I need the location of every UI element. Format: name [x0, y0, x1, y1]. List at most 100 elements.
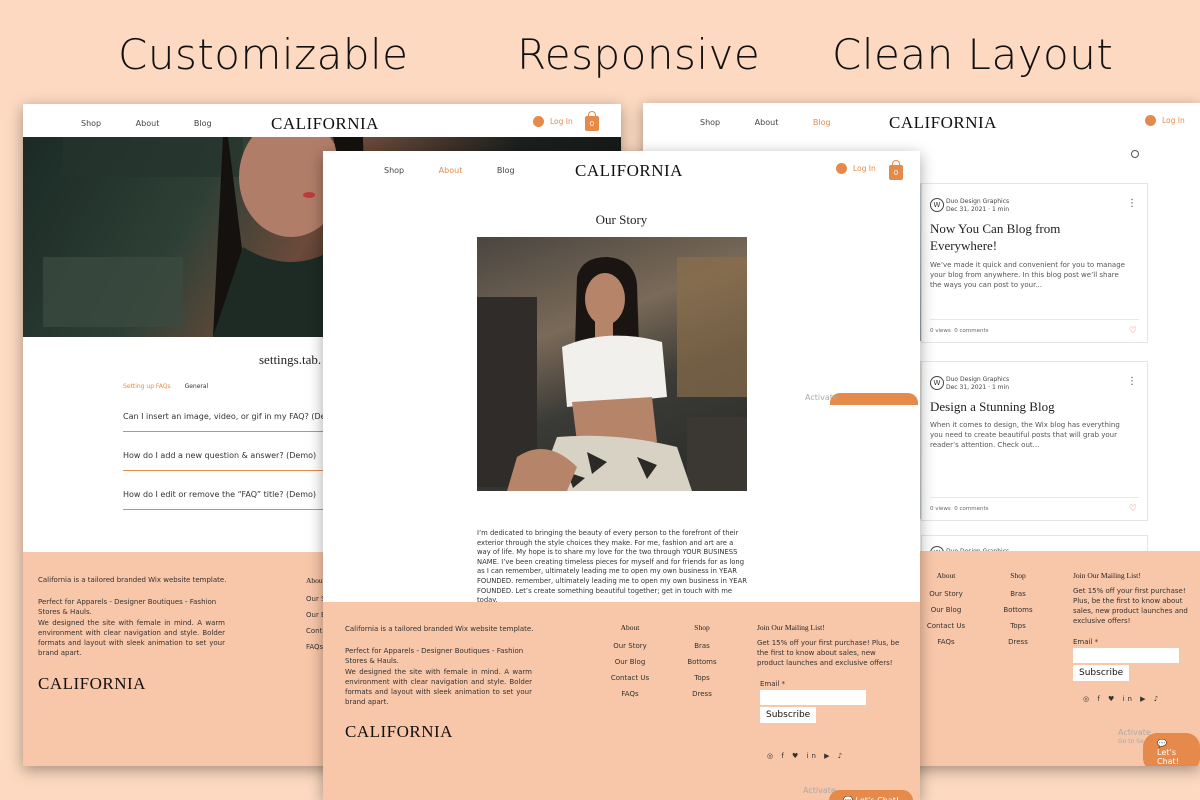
faq-tab-setting-up[interactable]: Setting up FAQs	[123, 383, 171, 390]
faq-question-2[interactable]: How do I add a new question & answer? (D…	[123, 451, 343, 471]
headline-customizable: Customizable	[118, 30, 409, 79]
footer-about-column: About Our Story Our Blog Contact Us FAQs	[926, 571, 966, 654]
faq-question-1[interactable]: Can I insert an image, video, or gif in …	[123, 412, 343, 432]
story-body: I’m dedicated to bringing the beauty of …	[477, 529, 747, 605]
blog-post-card[interactable]: W Duo Design Graphics Dec 31, 2021 · 1 mi…	[921, 361, 1148, 521]
footer-link-faqs[interactable]: FAQs	[926, 638, 966, 646]
footer-about-heading: About	[620, 623, 640, 632]
post-stats: 0 views 0 comments	[930, 328, 989, 334]
post-comments: 0 comments	[954, 328, 989, 334]
footer-link-tops[interactable]: Tops	[998, 622, 1038, 630]
chat-icon: 💬	[843, 796, 856, 800]
mailing-heading: Join Our Mailing List!	[757, 623, 825, 632]
footer-link-bottoms[interactable]: Bottoms	[682, 658, 722, 666]
faq-question-3[interactable]: How do I edit or remove the “FAQ” title?…	[123, 490, 343, 510]
blog-nav-bar: Shop About Blog CALIFORNIA Log In	[643, 103, 1200, 139]
login-label: Log In	[853, 164, 876, 173]
story-title: Our Story	[595, 212, 648, 227]
nav-about-link[interactable]: About	[439, 166, 463, 175]
activate-watermark: Activate	[1118, 728, 1151, 737]
footer-perfect-text: Perfect for Apparels - Designer Boutique…	[345, 647, 524, 665]
chat-button-partial[interactable]	[830, 393, 918, 405]
site-logo[interactable]: CALIFORNIA	[271, 114, 379, 134]
faq-tab-general[interactable]: General	[185, 383, 209, 390]
chat-label: Let’s Chat!	[1157, 748, 1179, 766]
footer-link-our-blog[interactable]: Our Blog	[610, 658, 650, 666]
user-avatar-icon	[836, 163, 847, 174]
post-author: Duo Design Graphics	[946, 376, 1010, 383]
like-heart-icon[interactable]: ♡	[1129, 504, 1137, 514]
footer-link-dress[interactable]: Dress	[998, 638, 1038, 646]
social-icons[interactable]: ◎ f ♥ in ▶ ♪	[767, 752, 845, 760]
footer-about-column: About Our Story Our Blog Contact Us FAQs	[610, 623, 650, 706]
chat-button[interactable]: 💬 Let’s Chat!	[829, 790, 914, 800]
footer-link-bottoms[interactable]: Bottoms	[998, 606, 1038, 614]
footer-about-heading: About	[936, 571, 956, 580]
footer-link-our-blog[interactable]: Our Blog	[926, 606, 966, 614]
footer-link-faqs[interactable]: FAQs	[610, 690, 650, 698]
more-options-icon[interactable]: ⋮	[1127, 376, 1137, 387]
post-author-meta: Duo Design Graphics Dec 31, 2021 · 1 min	[946, 198, 1009, 214]
chat-button[interactable]: 💬 Let’s Chat!	[1143, 733, 1200, 766]
cart-icon[interactable]: 0	[889, 160, 903, 180]
site-logo[interactable]: CALIFORNIA	[575, 161, 683, 181]
nav-shop-link[interactable]: Shop	[81, 119, 101, 128]
footer-link-contact[interactable]: Contact Us	[926, 622, 966, 630]
like-heart-icon[interactable]: ♡	[1129, 326, 1137, 336]
login-label: Log In	[550, 117, 573, 126]
footer-link-bras[interactable]: Bras	[682, 642, 722, 650]
post-author-meta: Duo Design Graphics Dec 31, 2021 · 1 min	[946, 376, 1009, 392]
login-button[interactable]: Log In	[533, 116, 573, 127]
subscribe-button[interactable]: Subscribe	[1073, 665, 1130, 681]
mailing-text: Get 15% off your first purchase! Plus, b…	[757, 639, 900, 667]
footer-logo: CALIFORNIA	[345, 722, 453, 741]
search-icon[interactable]	[1131, 150, 1139, 158]
mailing-text: Get 15% off your first purchase! Plus, b…	[1073, 587, 1188, 625]
story-footer: California is a tailored branded Wix web…	[323, 602, 920, 800]
email-field[interactable]	[1073, 648, 1179, 663]
site-logo[interactable]: CALIFORNIA	[889, 113, 997, 133]
email-label: Email *	[1073, 638, 1099, 646]
post-excerpt: When it comes to design, the Wix blog ha…	[930, 421, 1120, 449]
footer-link-our-story[interactable]: Our Story	[610, 642, 650, 650]
footer-shop-column: Shop Bras Bottoms Tops Dress	[998, 571, 1038, 654]
subscribe-button[interactable]: Subscribe	[760, 707, 817, 723]
footer-link-tops[interactable]: Tops	[682, 674, 722, 682]
author-avatar: W	[930, 198, 944, 212]
footer-shop-heading: Shop	[1010, 571, 1026, 580]
nav-about-link[interactable]: About	[755, 118, 779, 127]
more-options-icon[interactable]: ⋮	[1127, 198, 1137, 209]
cart-icon[interactable]: 0	[585, 111, 599, 131]
post-divider	[930, 319, 1139, 320]
footer-link-our-story[interactable]: Our Story	[926, 590, 966, 598]
post-title[interactable]: Design a Stunning Blog	[930, 398, 1120, 415]
login-button[interactable]: Log In	[836, 163, 876, 174]
user-avatar-icon	[1145, 115, 1156, 126]
faq-nav-bar: Shop About Blog CALIFORNIA Log In 0	[23, 104, 621, 140]
activate-watermark-partial: Activate	[805, 393, 838, 402]
story-photo-shapes	[477, 257, 747, 491]
footer-link-dress[interactable]: Dress	[682, 690, 722, 698]
cart-count: 0	[589, 120, 595, 128]
footer-link-bras[interactable]: Bras	[998, 590, 1038, 598]
nav-blog-link[interactable]: Blog	[497, 166, 515, 175]
nav-shop-link[interactable]: Shop	[384, 166, 404, 175]
nav-about-link[interactable]: About	[136, 119, 160, 128]
footer-link-contact[interactable]: Contact Us	[610, 674, 650, 682]
email-field[interactable]	[760, 690, 866, 705]
nav-blog-link[interactable]: Blog	[813, 118, 831, 127]
post-date: Dec 31, 2021 · 1 min	[946, 384, 1009, 391]
post-excerpt: We’ve made it quick and convenient for y…	[930, 261, 1125, 289]
nav-shop-link[interactable]: Shop	[700, 118, 720, 127]
footer-logo: CALIFORNIA	[38, 674, 146, 693]
story-nav-bar: Shop About Blog CALIFORNIA Log In 0	[323, 151, 920, 187]
footer-mailing-list: Join Our Mailing List! Get 15% off your …	[1073, 571, 1200, 681]
login-button[interactable]: Log In	[1145, 115, 1185, 126]
nav-blog-link[interactable]: Blog	[194, 119, 212, 128]
post-title[interactable]: Now You Can Blog from Everywhere!	[930, 220, 1120, 254]
author-avatar: W	[930, 376, 944, 390]
blog-post-card[interactable]: W Duo Design Graphics Dec 31, 2021 · 1 mi…	[921, 183, 1148, 343]
post-divider	[930, 497, 1139, 498]
post-views: 0 views	[930, 328, 951, 334]
social-icons[interactable]: ◎ f ♥ in ▶ ♪	[1083, 695, 1161, 703]
